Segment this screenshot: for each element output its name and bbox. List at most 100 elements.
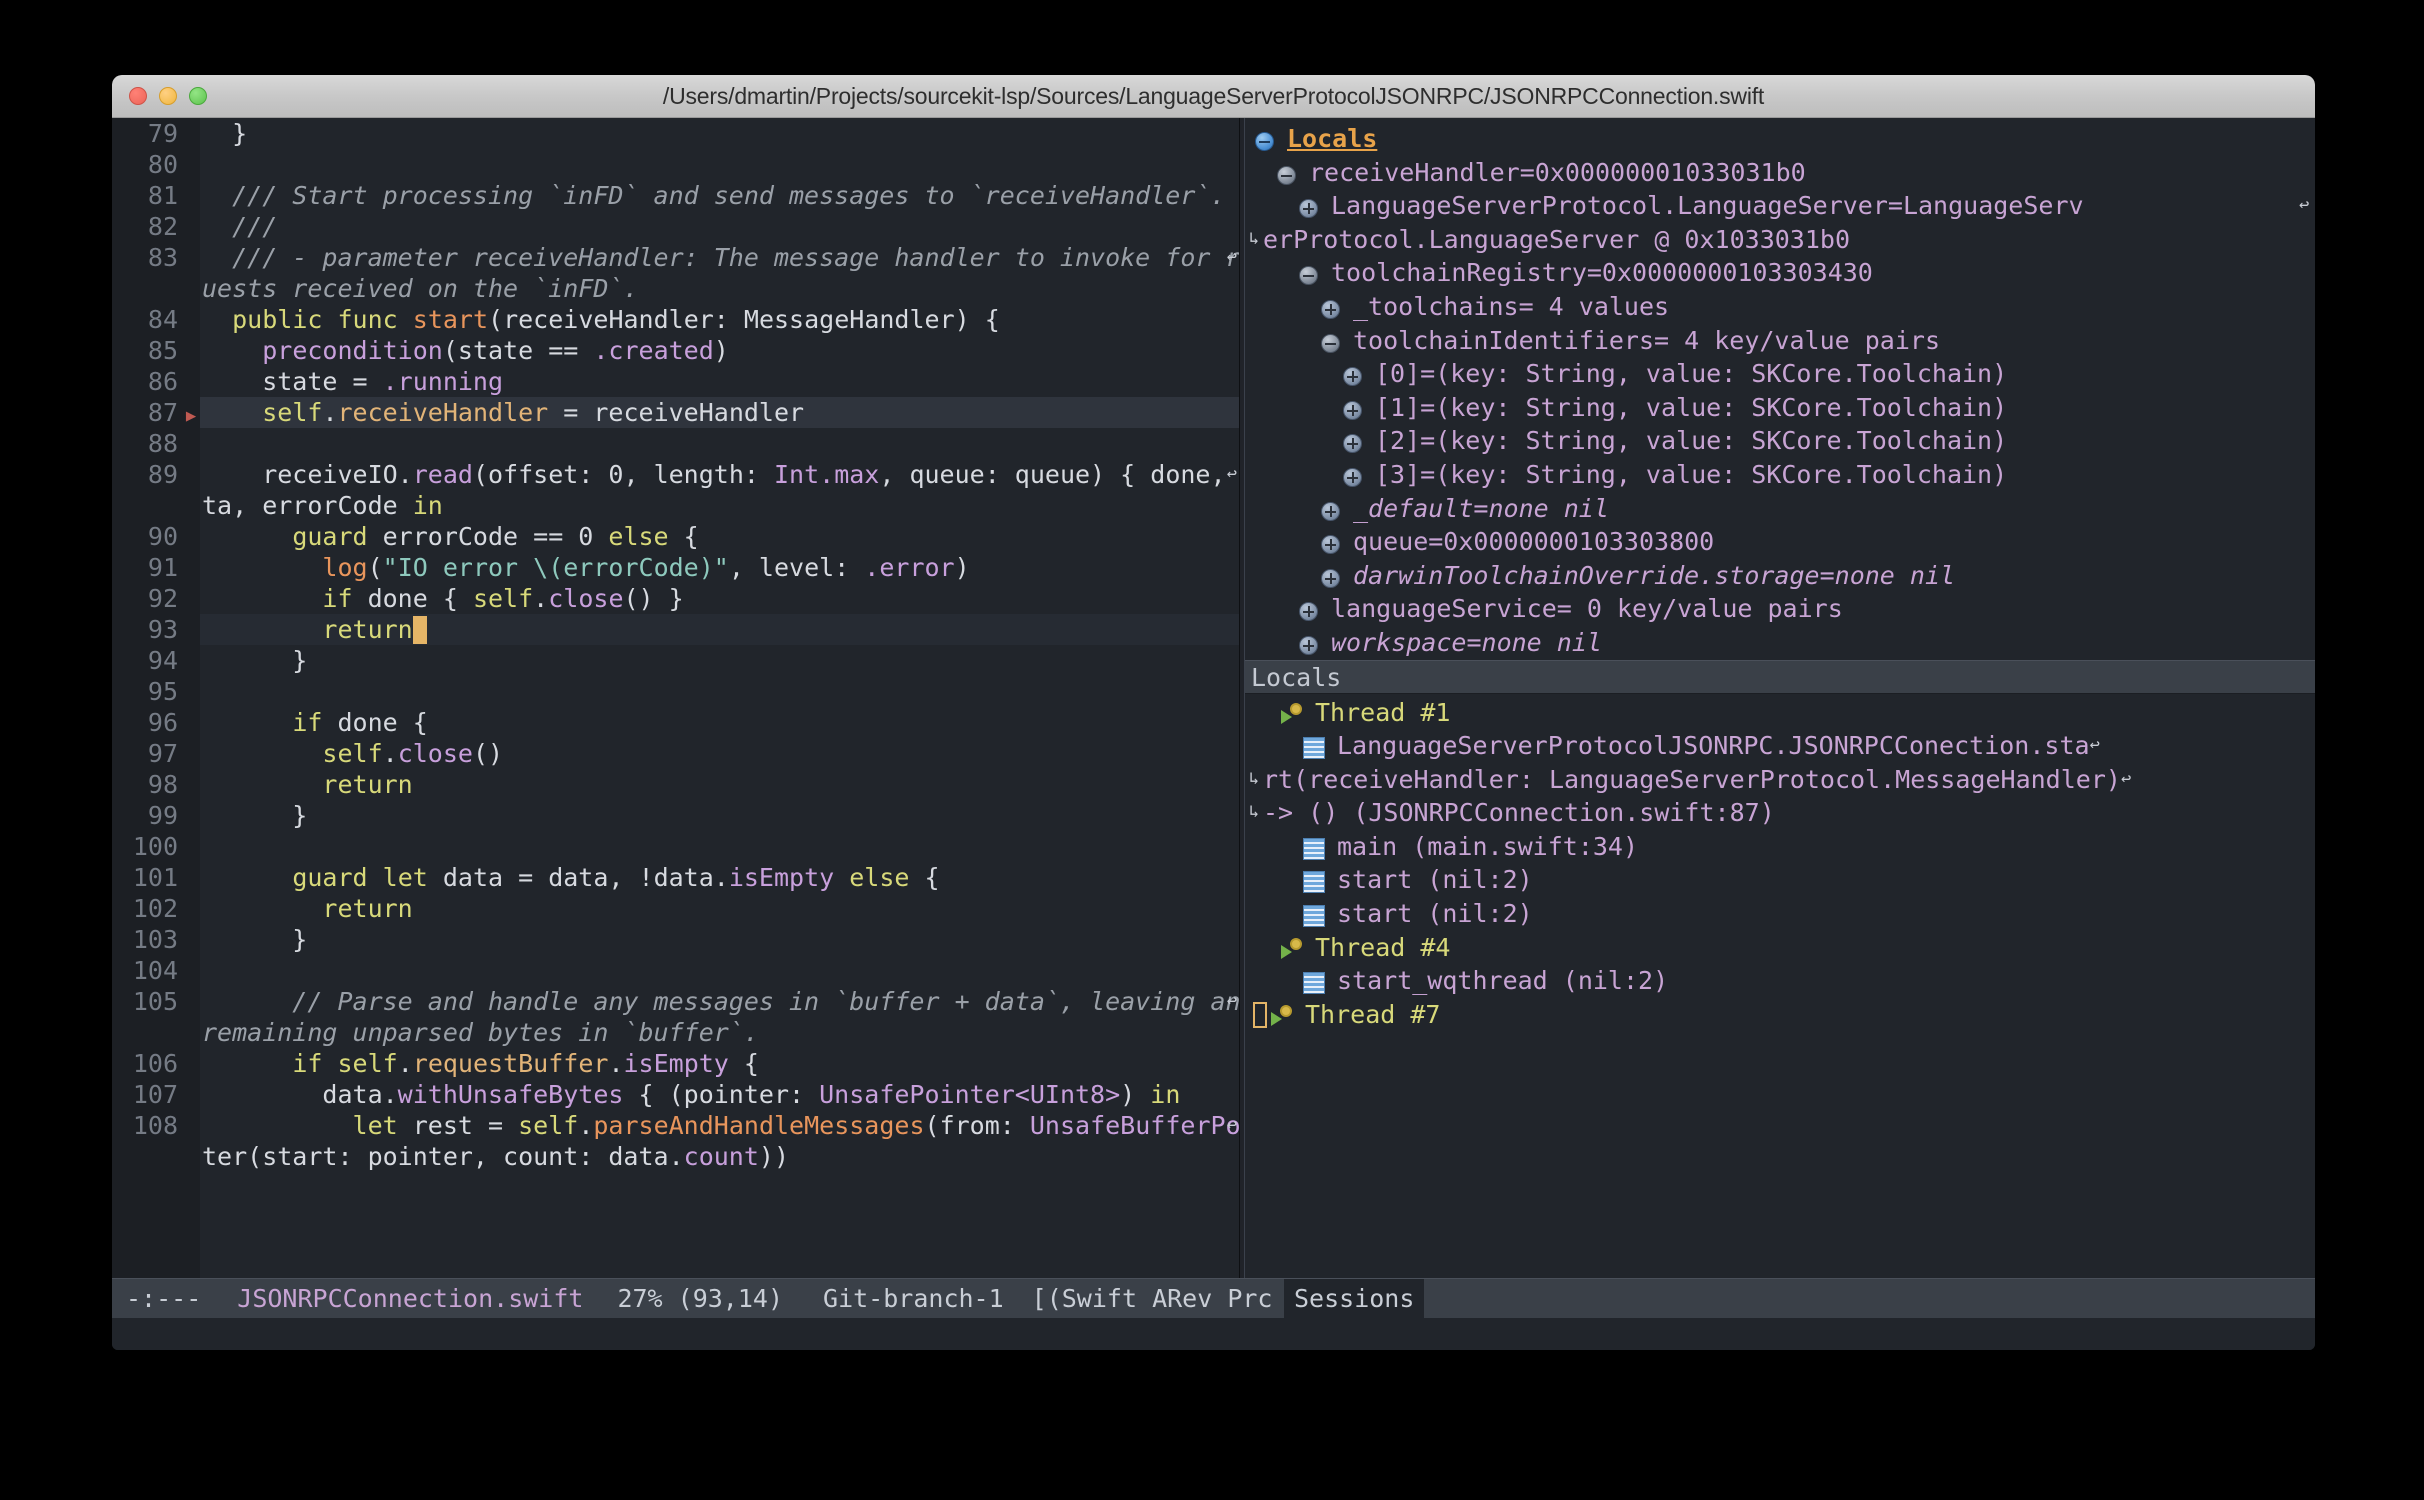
code-line[interactable]: 93 return — [112, 614, 1239, 645]
expand-toggle-icon[interactable] — [1343, 462, 1369, 496]
line-number-blank — [112, 490, 182, 521]
debug-arrow-icon: ▶ — [182, 401, 200, 432]
code-line[interactable]: 108 let rest = self.parseAndHandleMessag… — [112, 1110, 1239, 1141]
locals-variable-row[interactable]: toolchainRegistry=0x0000000103303430 — [1245, 256, 2315, 290]
line-number: 98 — [112, 769, 182, 800]
line-number: 95 — [112, 676, 182, 707]
code-text: self.close() — [200, 738, 1239, 769]
stack-frame-row[interactable]: start (nil:2) — [1245, 863, 2315, 897]
code-line[interactable]: 107 data.withUnsafeBytes { (pointer: Uns… — [112, 1079, 1239, 1110]
collapse-toggle-icon[interactable] — [1299, 260, 1325, 294]
code-line[interactable]: 86 state = .running — [112, 366, 1239, 397]
code-line[interactable]: 98 return — [112, 769, 1239, 800]
expand-toggle-icon[interactable] — [1343, 428, 1369, 462]
locals-root-node[interactable]: Locals — [1245, 122, 2315, 156]
threads-backtrace-list[interactable]: Thread #1LanguageServerProtocolJSONRPC.J… — [1245, 694, 2315, 1279]
echo-area — [112, 1318, 2315, 1350]
code-line[interactable]: 89 receiveIO.read(offset: 0, length: Int… — [112, 459, 1239, 490]
code-editor-pane[interactable]: 79 }8081 /// Start processing `inFD` and… — [112, 118, 1239, 1278]
code-line[interactable]: 87▶ self.receiveHandler = receiveHandler — [112, 397, 1239, 428]
locals-variable-row[interactable]: queue=0x0000000103303800 — [1245, 525, 2315, 559]
variable-label: receiveHandler=0x00000001033031b0 — [1309, 156, 2315, 190]
stack-frame-row[interactable]: main (main.swift:34) — [1245, 830, 2315, 864]
debugger-pane[interactable]: LocalsreceiveHandler=0x00000001033031b0L… — [1245, 118, 2315, 1278]
stack-frame-icon — [1303, 902, 1337, 936]
code-line[interactable]: 82 /// — [112, 211, 1239, 242]
locals-variable-tree[interactable]: LocalsreceiveHandler=0x00000001033031b0L… — [1245, 118, 2315, 660]
line-number: 103 — [112, 924, 182, 955]
locals-variable-row[interactable]: workspace=none nil — [1245, 626, 2315, 660]
wrap-indicator-icon: ↩ — [1227, 1110, 1237, 1141]
code-line[interactable]: 99 } — [112, 800, 1239, 831]
code-line[interactable]: 88 — [112, 428, 1239, 459]
code-lines[interactable]: 79 }8081 /// Start processing `inFD` and… — [112, 118, 1239, 1172]
code-line[interactable]: 101 guard let data = data, !data.isEmpty… — [112, 862, 1239, 893]
expand-toggle-icon[interactable] — [1299, 193, 1325, 227]
code-line[interactable]: 104 — [112, 955, 1239, 986]
locals-variable-row[interactable]: receiveHandler=0x00000001033031b0 — [1245, 156, 2315, 190]
code-line[interactable]: 106 if self.requestBuffer.isEmpty { — [112, 1048, 1239, 1079]
code-line[interactable]: 102 return — [112, 893, 1239, 924]
expand-toggle-icon[interactable] — [1321, 294, 1347, 328]
stack-frame-icon — [1303, 734, 1337, 768]
locals-variable-row[interactable]: languageService= 0 key/value pairs — [1245, 592, 2315, 626]
stack-frame-row[interactable]: LanguageServerProtocolJSONRPC.JSONRPCCon… — [1245, 729, 2315, 763]
code-line[interactable]: 97 self.close() — [112, 738, 1239, 769]
code-line[interactable]: 96 if done { — [112, 707, 1239, 738]
code-line[interactable]: 94 } — [112, 645, 1239, 676]
traffic-light-group — [129, 87, 207, 105]
code-line[interactable]: 92 if done { self.close() } — [112, 583, 1239, 614]
code-line[interactable]: 95 — [112, 676, 1239, 707]
variable-label: toolchainRegistry=0x0000000103303430 — [1331, 256, 2315, 290]
wrap-indicator-icon: ↩ — [2090, 729, 2106, 763]
code-line[interactable]: 80 — [112, 149, 1239, 180]
expand-toggle-icon[interactable] — [1299, 630, 1325, 660]
expand-toggle-icon[interactable] — [1321, 529, 1347, 563]
line-number: 83 — [112, 242, 182, 273]
code-line[interactable]: 83 /// - parameter receiveHandler: The m… — [112, 242, 1239, 273]
locals-variable-row[interactable]: [1]=(key: String, value: SKCore.Toolchai… — [1245, 391, 2315, 425]
stack-frame-label: start (nil:2) — [1337, 897, 1533, 931]
code-line[interactable]: 100 — [112, 831, 1239, 862]
zoom-button[interactable] — [189, 87, 207, 105]
code-line[interactable]: 103 } — [112, 924, 1239, 955]
expand-toggle-icon[interactable] — [1343, 361, 1369, 395]
close-button[interactable] — [129, 87, 147, 105]
locals-variable-row[interactable]: _default=none nil — [1245, 492, 2315, 526]
locals-variable-row[interactable]: [0]=(key: String, value: SKCore.Toolchai… — [1245, 357, 2315, 391]
locals-variable-row[interactable]: [2]=(key: String, value: SKCore.Toolchai… — [1245, 424, 2315, 458]
code-line[interactable]: 105 // Parse and handle any messages in … — [112, 986, 1239, 1017]
root-toggle-icon[interactable] — [1255, 126, 1281, 160]
expand-toggle-icon[interactable] — [1321, 563, 1347, 597]
line-number-blank — [112, 273, 182, 304]
collapse-toggle-icon[interactable] — [1277, 160, 1303, 194]
code-text: let rest = self.parseAndHandleMessages(f… — [200, 1110, 1239, 1141]
code-line[interactable]: 81 /// Start processing `inFD` and send … — [112, 180, 1239, 211]
expand-toggle-icon[interactable] — [1343, 395, 1369, 429]
locals-variable-row[interactable]: _toolchains= 4 values — [1245, 290, 2315, 324]
line-number: 105 — [112, 986, 182, 1017]
expand-toggle-icon[interactable] — [1299, 596, 1325, 630]
wrap-continuation-icon: ↳ — [1245, 223, 1263, 257]
code-line[interactable]: 91 log("IO error \(errorCode)", level: .… — [112, 552, 1239, 583]
variable-label: [3]=(key: String, value: SKCore.Toolchai… — [1375, 458, 2315, 492]
locals-variable-row[interactable]: darwinToolchainOverride.storage=none nil — [1245, 559, 2315, 593]
code-line[interactable]: 84 public func start(receiveHandler: Mes… — [112, 304, 1239, 335]
expand-toggle-icon[interactable] — [1321, 496, 1347, 530]
text-cursor — [413, 616, 427, 644]
locals-variable-row[interactable]: [3]=(key: String, value: SKCore.Toolchai… — [1245, 458, 2315, 492]
stack-frame-row[interactable]: start_wqthread (nil:2) — [1245, 964, 2315, 998]
locals-variable-row[interactable]: toolchainIdentifiers= 4 key/value pairs — [1245, 324, 2315, 358]
line-number: 94 — [112, 645, 182, 676]
thread-row[interactable]: Thread #7 — [1245, 998, 2315, 1032]
locals-variable-row[interactable]: LanguageServerProtocol.LanguageServer=La… — [1245, 189, 2315, 223]
stack-frame-row[interactable]: start (nil:2) — [1245, 897, 2315, 931]
minimize-button[interactable] — [159, 87, 177, 105]
code-line[interactable]: 90 guard errorCode == 0 else { — [112, 521, 1239, 552]
code-line[interactable]: 79 } — [112, 118, 1239, 149]
thread-row[interactable]: Thread #4 — [1245, 931, 2315, 965]
thread-row[interactable]: Thread #1 — [1245, 696, 2315, 730]
code-line-continuation: ↳remaining unparsed bytes in `buffer`. — [112, 1017, 1239, 1048]
code-line[interactable]: 85 precondition(state == .created) — [112, 335, 1239, 366]
collapse-toggle-icon[interactable] — [1321, 328, 1347, 362]
